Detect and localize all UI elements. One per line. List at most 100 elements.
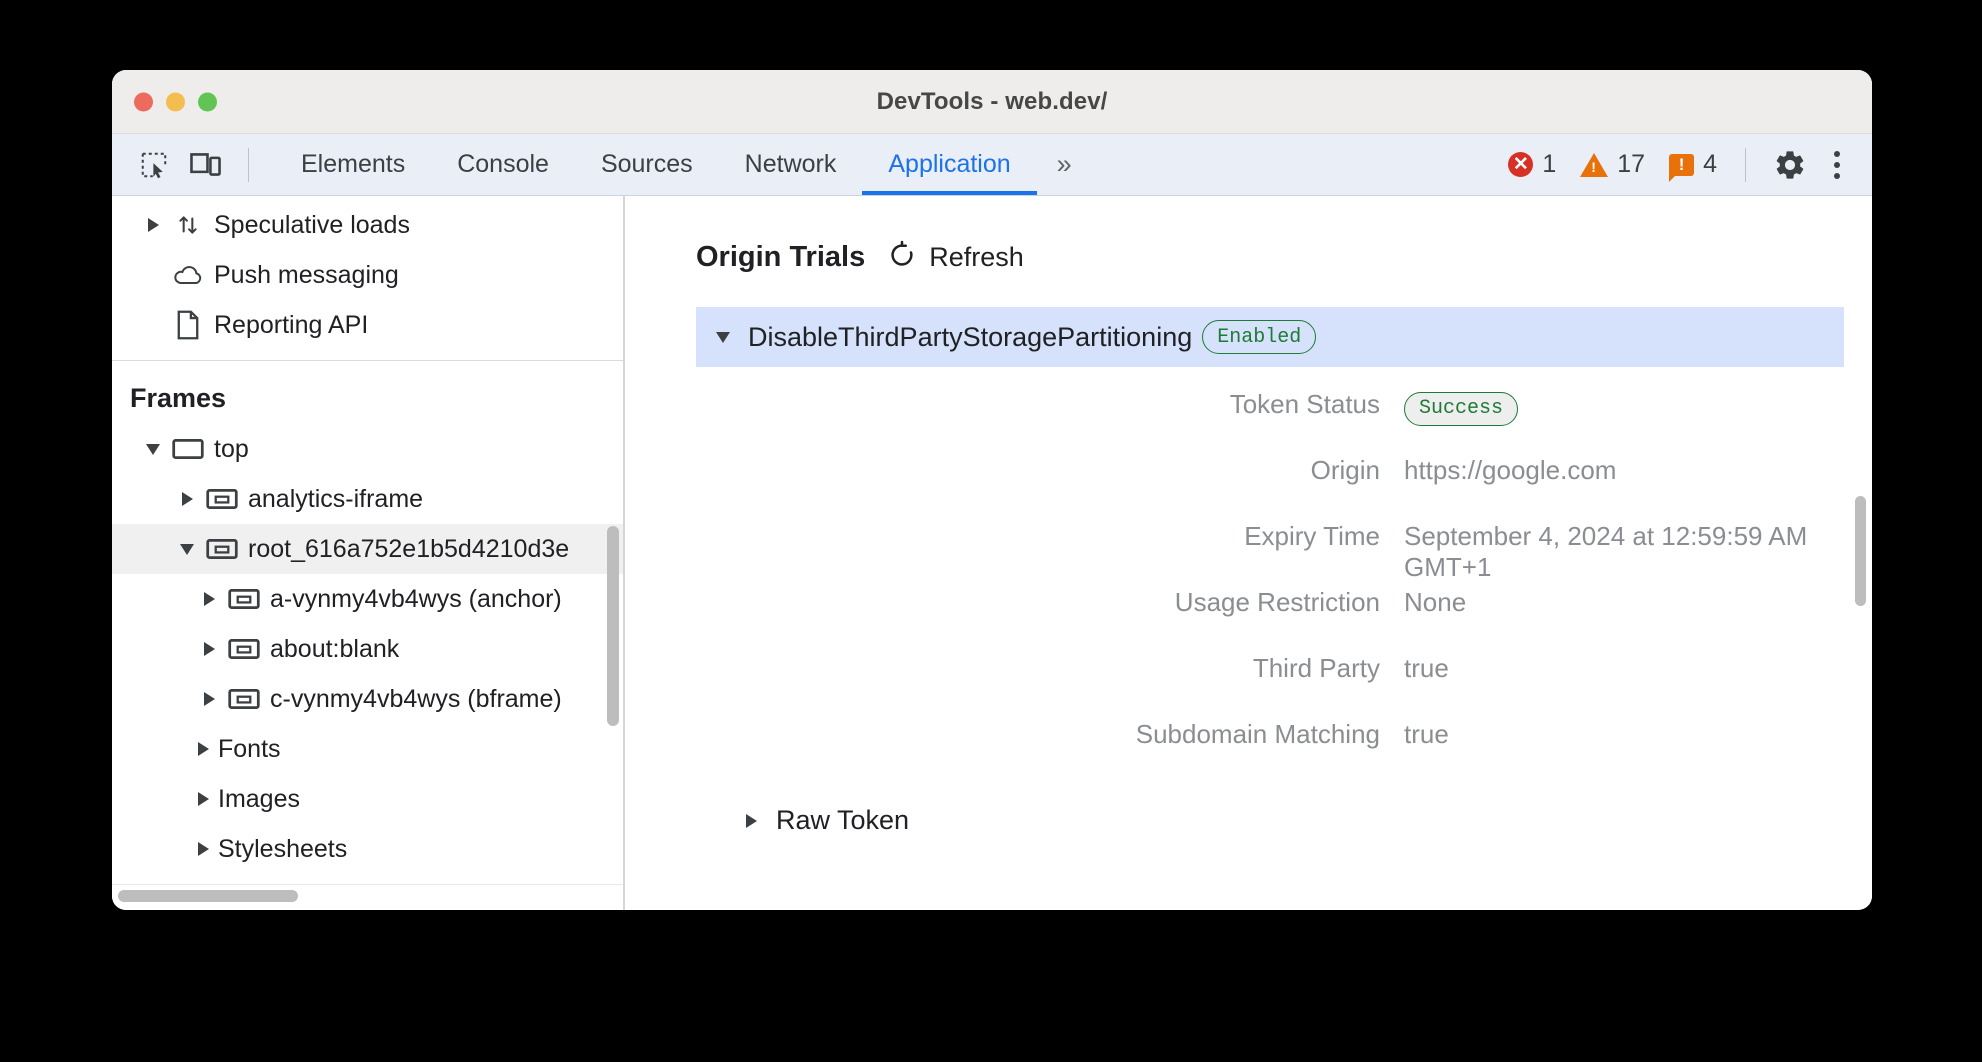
sidebar-item-label: analytics-iframe xyxy=(242,485,423,514)
status-badge: Enabled xyxy=(1202,320,1316,354)
refresh-label: Refresh xyxy=(929,242,1024,273)
minimize-window-button[interactable] xyxy=(166,92,185,111)
sidebar-item-label: Stylesheets xyxy=(218,835,347,864)
sidebar-item-about-blank-frame[interactable]: about:blank xyxy=(112,624,623,674)
issue-counter[interactable]: ! 4 xyxy=(1659,150,1727,179)
issue-count: 4 xyxy=(1703,150,1717,179)
sidebar-item-label: root_616a752e1b5d4210d3e xyxy=(242,535,569,564)
warning-count: 17 xyxy=(1617,150,1645,179)
application-sidebar: Speculative loads Push messaging xyxy=(112,196,624,910)
iframe-icon xyxy=(202,487,242,511)
toolbar-divider xyxy=(248,148,249,182)
kebab-menu-icon[interactable] xyxy=(1820,151,1854,179)
sidebar-item-fonts[interactable]: Fonts xyxy=(112,724,623,774)
detail-row: Third Party true xyxy=(624,653,1872,719)
more-tabs-icon[interactable]: » xyxy=(1037,134,1090,195)
inspect-element-icon[interactable] xyxy=(128,142,180,188)
devtools-body: Speculative loads Push messaging xyxy=(112,196,1872,910)
detail-value: true xyxy=(1404,719,1449,750)
maximize-window-button[interactable] xyxy=(198,92,217,111)
warning-icon xyxy=(1580,153,1608,177)
sidebar-vertical-scrollbar[interactable] xyxy=(607,526,619,726)
detail-value: None xyxy=(1404,587,1466,618)
sidebar-item-stylesheets[interactable]: Stylesheets xyxy=(112,824,623,874)
chevron-down-icon[interactable] xyxy=(708,332,738,343)
tab-network-label: Network xyxy=(745,150,837,179)
token-status-badge: Success xyxy=(1404,392,1518,426)
sidebar-item-bframe[interactable]: c-vynmy4vb4wys (bframe) xyxy=(112,674,623,724)
sidebar-item-images[interactable]: Images xyxy=(112,774,623,824)
sidebar-item-push-messaging[interactable]: Push messaging xyxy=(112,250,623,300)
panel-header: Origin Trials Refresh xyxy=(624,240,1872,275)
chevron-right-icon[interactable] xyxy=(188,842,218,856)
detail-value: https://google.com xyxy=(1404,455,1616,486)
iframe-icon xyxy=(224,637,264,661)
detail-row: Origin https://google.com xyxy=(624,455,1872,521)
sidebar-item-label: Push messaging xyxy=(208,261,399,290)
close-window-button[interactable] xyxy=(134,92,153,111)
sidebar-item-root-frame[interactable]: root_616a752e1b5d4210d3e xyxy=(112,524,623,574)
panel-vertical-scrollbar[interactable] xyxy=(1855,496,1866,606)
screenshot-stage: DevTools - web.dev/ xyxy=(0,0,1982,1062)
sidebar-item-anchor-frame[interactable]: a-vynmy4vb4wys (anchor) xyxy=(112,574,623,624)
chevron-right-icon[interactable] xyxy=(736,814,766,828)
tab-sources-label: Sources xyxy=(601,150,693,179)
tab-console[interactable]: Console xyxy=(431,134,575,195)
sidebar-item-label: a-vynmy4vb4wys (anchor) xyxy=(264,585,562,614)
sidebar-horizontal-scrollbar[interactable] xyxy=(118,890,298,902)
sidebar-item-speculative-loads[interactable]: Speculative loads xyxy=(112,200,623,250)
chevron-right-icon[interactable] xyxy=(188,792,218,806)
tab-console-label: Console xyxy=(457,150,549,179)
device-toolbar-icon[interactable] xyxy=(180,142,232,188)
refresh-icon xyxy=(887,240,917,275)
toolbar-right-divider xyxy=(1745,148,1746,182)
raw-token-toggle[interactable]: Raw Token xyxy=(624,805,1872,836)
iframe-icon xyxy=(202,537,242,561)
toolbar-right-group: ✕ 1 17 ! 4 xyxy=(1498,142,1872,188)
panel-left-border xyxy=(624,196,625,910)
more-tabs-label: » xyxy=(1057,149,1070,180)
tab-elements[interactable]: Elements xyxy=(275,134,431,195)
sidebar-item-label: Fonts xyxy=(218,735,281,764)
origin-trial-details: Token Status Success Origin https://goog… xyxy=(624,389,1872,785)
origin-trial-name: DisableThirdPartyStoragePartitioning xyxy=(748,322,1192,353)
raw-token-label: Raw Token xyxy=(776,805,909,836)
frame-icon xyxy=(168,437,208,461)
tab-network[interactable]: Network xyxy=(719,134,863,195)
detail-key: Origin xyxy=(624,455,1404,486)
origin-trial-row[interactable]: DisableThirdPartyStoragePartitioning Ena… xyxy=(696,307,1844,367)
tab-sources[interactable]: Sources xyxy=(575,134,719,195)
gear-icon[interactable] xyxy=(1764,142,1816,188)
sidebar-item-label: Reporting API xyxy=(208,311,368,340)
cloud-icon xyxy=(168,262,208,288)
detail-row: Expiry Time September 4, 2024 at 12:59:5… xyxy=(624,521,1872,587)
frames-tree: top analytics-iframe xyxy=(112,424,623,874)
traffic-light-buttons xyxy=(134,92,217,111)
chevron-right-icon[interactable] xyxy=(194,642,224,656)
sidebar-item-reporting-api[interactable]: Reporting API xyxy=(112,300,623,350)
tab-application-label: Application xyxy=(888,150,1010,179)
chevron-right-icon[interactable] xyxy=(172,492,202,506)
chevron-right-icon[interactable] xyxy=(138,218,168,232)
chevron-down-icon[interactable] xyxy=(138,444,168,455)
chevron-right-icon[interactable] xyxy=(194,592,224,606)
detail-key: Expiry Time xyxy=(624,521,1404,552)
sidebar-item-top-frame[interactable]: top xyxy=(112,424,623,474)
window-titlebar: DevTools - web.dev/ xyxy=(112,70,1872,134)
refresh-button[interactable]: Refresh xyxy=(887,240,1024,275)
tab-application[interactable]: Application xyxy=(862,134,1036,195)
error-counter[interactable]: ✕ 1 xyxy=(1498,150,1566,179)
chevron-right-icon[interactable] xyxy=(188,742,218,756)
warning-counter[interactable]: 17 xyxy=(1570,150,1655,179)
tab-elements-label: Elements xyxy=(301,150,405,179)
sidebar-item-label: top xyxy=(208,435,249,464)
devtools-window: DevTools - web.dev/ xyxy=(112,70,1872,910)
sidebar-item-label: c-vynmy4vb4wys (bframe) xyxy=(264,685,562,714)
sidebar-item-analytics-iframe[interactable]: analytics-iframe xyxy=(112,474,623,524)
iframe-icon xyxy=(224,587,264,611)
issue-icon: ! xyxy=(1669,154,1694,176)
sidebar-item-label: about:blank xyxy=(264,635,399,664)
sidebar-item-label: Images xyxy=(218,785,300,814)
chevron-down-icon[interactable] xyxy=(172,544,202,555)
chevron-right-icon[interactable] xyxy=(194,692,224,706)
